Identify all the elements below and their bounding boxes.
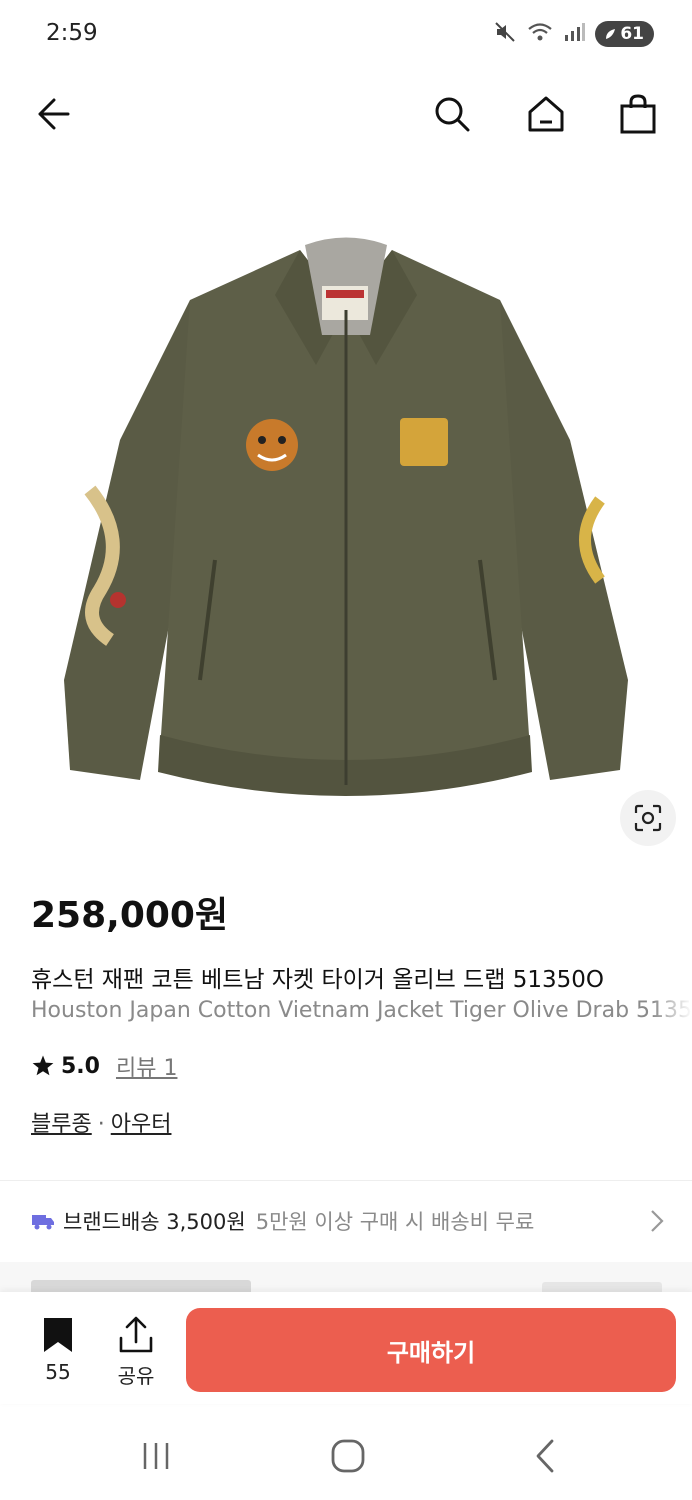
home-circle-icon bbox=[331, 1439, 365, 1473]
search-icon bbox=[435, 97, 470, 132]
shipping-note: 5만원 이상 구매 시 배송비 무료 bbox=[255, 1210, 535, 1234]
status-time: 2:59 bbox=[46, 20, 98, 46]
lens-icon bbox=[634, 804, 662, 832]
battery-level: 61 bbox=[620, 24, 644, 44]
rating-row: 5.0 리뷰 1 bbox=[31, 1050, 177, 1082]
wifi-icon bbox=[527, 21, 553, 47]
system-home-button[interactable] bbox=[328, 1436, 368, 1476]
product-title-en: Houston Japan Cotton Vietnam Jacket Tige… bbox=[31, 998, 691, 1023]
product-title-ko: 휴스턴 재팬 코튼 베트남 자켓 타이거 올리브 드랩 51350O bbox=[31, 967, 604, 993]
rating-score: 5.0 bbox=[61, 1053, 100, 1079]
bottom-action-bar: 55 공유 구매하기 bbox=[0, 1292, 692, 1404]
back-chevron-icon bbox=[536, 1439, 554, 1473]
mute-icon bbox=[493, 20, 517, 48]
bookmark-count: 55 bbox=[45, 1360, 71, 1384]
status-bar: 2:59 61 bbox=[0, 0, 692, 72]
chevron-right-icon bbox=[649, 1208, 665, 1239]
bookmark-button[interactable]: 55 bbox=[30, 1316, 86, 1384]
category-separator: · bbox=[97, 1112, 105, 1137]
shopping-bag-icon bbox=[620, 94, 656, 134]
recents-button[interactable] bbox=[136, 1436, 176, 1476]
category-link-outer[interactable]: 아우터 bbox=[111, 1112, 172, 1137]
jacket-photo bbox=[0, 160, 692, 850]
truck-icon bbox=[32, 1215, 54, 1230]
top-nav bbox=[0, 80, 692, 144]
shipping-row[interactable]: 브랜드배송 3,500원 5만원 이상 구매 시 배송비 무료 bbox=[31, 1204, 671, 1238]
title-fade bbox=[652, 960, 692, 992]
signal-icon bbox=[563, 22, 586, 46]
cart-button[interactable] bbox=[614, 90, 662, 138]
bookmark-icon bbox=[44, 1318, 72, 1352]
back-button[interactable] bbox=[28, 90, 76, 138]
home-button[interactable] bbox=[522, 90, 570, 138]
back-arrow-icon bbox=[38, 98, 70, 130]
shipping-fee: 브랜드배송 3,500원 bbox=[63, 1210, 246, 1234]
status-icons: 61 bbox=[493, 20, 654, 48]
search-button[interactable] bbox=[428, 90, 476, 138]
title-fade bbox=[652, 998, 692, 1030]
recents-icon bbox=[143, 1443, 169, 1469]
share-label: 공유 bbox=[117, 1364, 155, 1388]
category-link-blouson[interactable]: 블루종 bbox=[31, 1112, 92, 1137]
review-link[interactable]: 리뷰 1 bbox=[116, 1050, 177, 1082]
product-price: 258,000원 bbox=[31, 895, 229, 936]
share-button[interactable]: 공유 bbox=[106, 1316, 166, 1389]
image-search-button[interactable] bbox=[620, 790, 676, 846]
home-icon bbox=[528, 96, 564, 132]
share-icon bbox=[119, 1316, 153, 1353]
product-image[interactable] bbox=[0, 160, 692, 850]
system-nav-bar bbox=[0, 1410, 692, 1500]
battery-indicator: 61 bbox=[595, 21, 654, 47]
section-divider bbox=[0, 1180, 692, 1181]
category-row: 블루종 · 아우터 bbox=[31, 1106, 171, 1138]
buy-button[interactable]: 구매하기 bbox=[186, 1308, 676, 1392]
star-icon bbox=[32, 1055, 54, 1076]
battery-icon bbox=[606, 29, 616, 39]
system-back-button[interactable] bbox=[526, 1436, 566, 1476]
